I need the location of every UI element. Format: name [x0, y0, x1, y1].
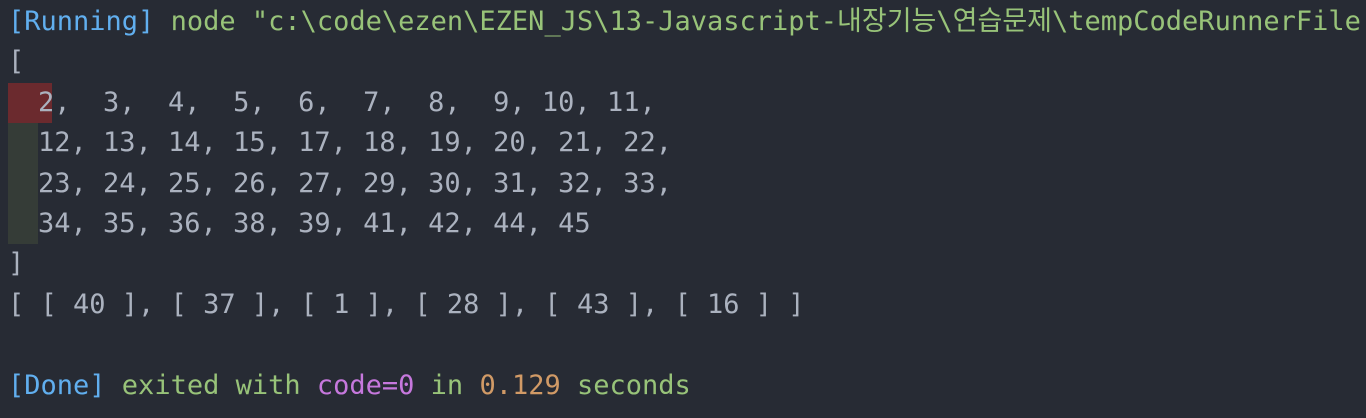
array-open-bracket: [: [8, 42, 1366, 82]
indent-guide: [8, 123, 38, 164]
array-row: 12, 13, 14, 15, 17, 18, 19, 20, 21, 22,: [8, 123, 1366, 164]
array-row-text: 2, 3, 4, 5, 6, 7, 8, 9, 10, 11,: [38, 86, 656, 118]
picked-numbers-text: [ [ 40 ], [ 37 ], [ 1 ], [ 28 ], [ 43 ],…: [8, 288, 805, 320]
indent-guide: [8, 203, 38, 245]
done-tag: [Done]: [8, 369, 106, 401]
array-row: 23, 24, 25, 26, 27, 29, 30, 31, 32, 33,: [8, 163, 1366, 204]
picked-numbers-line: [ [ 40 ], [ 37 ], [ 1 ], [ 28 ], [ 43 ],…: [8, 285, 1366, 325]
array-row-text: 34, 35, 36, 38, 39, 41, 42, 44, 45: [38, 207, 591, 239]
seconds-text: seconds: [560, 369, 691, 401]
close-bracket-text: ]: [8, 248, 25, 280]
duration-value: 0.129: [479, 369, 561, 401]
done-line: [Done] exited with code=0 in 0.129 secon…: [8, 366, 1366, 406]
exited-with-text: exited with: [105, 369, 317, 401]
array-row: 2, 3, 4, 5, 6, 7, 8, 9, 10, 11,: [8, 82, 1366, 124]
running-tag: [Running]: [8, 6, 155, 37]
open-bracket-text: [: [8, 46, 25, 78]
array-row-text: 12, 13, 14, 15, 17, 18, 19, 20, 21, 22,: [38, 127, 672, 159]
in-text: in: [414, 369, 480, 401]
array-row: 34, 35, 36, 38, 39, 41, 42, 44, 45: [8, 203, 1366, 245]
indent-guide: [8, 163, 38, 204]
run-command: node "c:\code\ezen\EZEN_JS\13-Javascript…: [154, 6, 1366, 37]
array-close-bracket: ]: [8, 244, 1366, 284]
exit-code: code=0: [316, 369, 415, 401]
running-line: [Running] node "c:\code\ezen\EZEN_JS\13-…: [8, 2, 1366, 42]
array-row-text: 23, 24, 25, 26, 27, 29, 30, 31, 32, 33,: [38, 167, 672, 199]
output-panel: [Running] node "c:\code\ezen\EZEN_JS\13-…: [0, 0, 1366, 418]
